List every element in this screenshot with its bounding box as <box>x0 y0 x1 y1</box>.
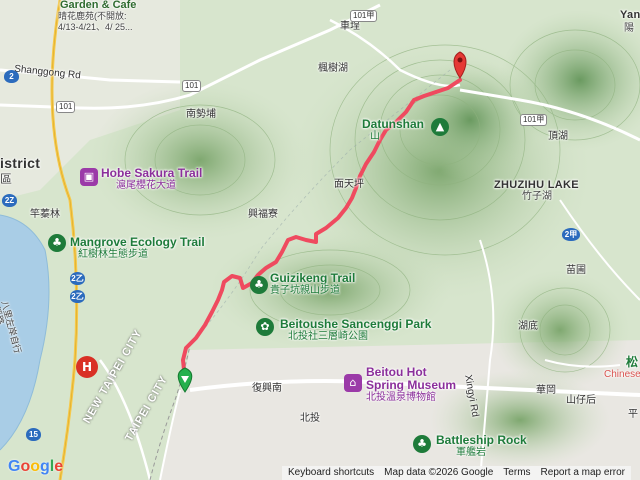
hiking-icon[interactable]: ♣ <box>250 276 268 294</box>
yang-label-zh: 陽 <box>624 23 634 34</box>
datunshan-label[interactable]: Datunshan <box>362 118 424 131</box>
hobe-sakura-trail-zh: 滬尾櫻花大道 <box>116 180 176 191</box>
mountain-icon[interactable]: ▲ <box>431 118 449 136</box>
place-ping: 平 <box>628 409 638 420</box>
mangrove-trail-zh: 紅樹林生態步道 <box>78 249 148 260</box>
place-miantianping: 面天坪 <box>334 179 364 190</box>
place-beitou: 北投 <box>300 413 320 424</box>
place-cheqian: 車埕 <box>340 21 360 32</box>
chinese-label: Chinese <box>604 369 640 380</box>
beitoushe-park[interactable]: Beitoushe Sancenggi Park <box>280 318 431 331</box>
hot-spring-museum-zh: 北投溫泉博物館 <box>366 392 436 403</box>
sung-label: 松 <box>626 355 639 369</box>
zhuzihu-lake: ZHUZIHU LAKE <box>494 179 579 191</box>
district-label-zh: 區 <box>0 172 13 186</box>
battleship-rock[interactable]: Battleship Rock <box>436 434 527 447</box>
beitoushe-park-zh: 北投社三層崎公園 <box>288 331 368 342</box>
route-101a-shield: 101甲 <box>350 10 378 22</box>
cafe-name-zh: 晴花鹿苑(不開放: <box>58 11 127 21</box>
highway-2z-shield: 2乙 <box>70 290 85 303</box>
route-101-shield: 101 <box>182 80 202 92</box>
route-101-shield: 101 <box>56 101 76 113</box>
highway-2-shield: 2 <box>4 70 19 83</box>
zhuzihu-lake-zh: 竹子湖 <box>522 191 552 202</box>
map-footer: Keyboard shortcuts Map data ©2026 Google… <box>282 466 632 480</box>
guizikeng-trail-zh: 貴子坑親山步道 <box>270 285 340 296</box>
place-nanshipu: 南勢埔 <box>186 109 216 120</box>
district-label: istrict <box>0 155 41 171</box>
highway-2z-shield: 2Z <box>2 194 17 207</box>
map-data-attribution: Map data ©2026 Google <box>384 467 494 478</box>
yang-label: Yan <box>620 9 640 21</box>
route-101a-shield: 101甲 <box>520 114 548 126</box>
datunshan-label-zh: 山 <box>370 131 380 142</box>
keyboard-shortcuts-link[interactable]: Keyboard shortcuts <box>288 466 374 480</box>
place-miaopu: 苗圃 <box>566 265 586 276</box>
hot-spring-museum-2: Spring Museum <box>366 378 457 392</box>
highway-15-shield: 15 <box>26 428 41 441</box>
cafe-dates: 4/13-4/21、4/ 25... <box>58 22 133 32</box>
terms-link[interactable]: Terms <box>503 466 530 480</box>
guizikeng-trail[interactable]: Guizikeng Trail <box>270 272 355 285</box>
place-huting: 湖底 <box>518 321 538 332</box>
hot-spring-museum[interactable]: Beitou Hot <box>366 366 427 379</box>
report-error-link[interactable]: Report a map error <box>541 466 625 480</box>
place-fuxingnan: 復興南 <box>252 383 282 394</box>
hobe-sakura-trail[interactable]: Hobe Sakura Trail <box>101 167 202 180</box>
camera-icon[interactable]: ▣ <box>80 168 98 186</box>
museum-icon[interactable]: ⌂ <box>344 374 362 392</box>
park-icon[interactable]: ✿ <box>256 318 274 336</box>
place-zhuwei: 竿蓁林 <box>30 209 60 220</box>
cafe-name: Garden & Cafe <box>60 0 137 11</box>
hospital-icon[interactable]: H <box>76 356 98 378</box>
place-fengshuhu: 楓樹湖 <box>318 63 348 74</box>
highway-2b-shield: 2甲 <box>562 228 580 241</box>
place-shanzihou: 山仔后 <box>566 395 596 406</box>
hiking-icon[interactable]: ♣ <box>413 435 431 453</box>
google-logo: Google <box>8 458 64 475</box>
place-xingfuliao: 興福寮 <box>248 209 278 220</box>
mangrove-trail[interactable]: Mangrove Ecology Trail <box>70 236 205 249</box>
tree-icon[interactable]: ♣ <box>48 234 66 252</box>
battleship-rock-zh: 軍艦岩 <box>456 447 486 458</box>
place-huagang: 華岡 <box>536 385 556 396</box>
place-dingshuhu: 頂湖 <box>548 131 568 142</box>
highway-2z-shield: 2乙 <box>70 272 85 285</box>
